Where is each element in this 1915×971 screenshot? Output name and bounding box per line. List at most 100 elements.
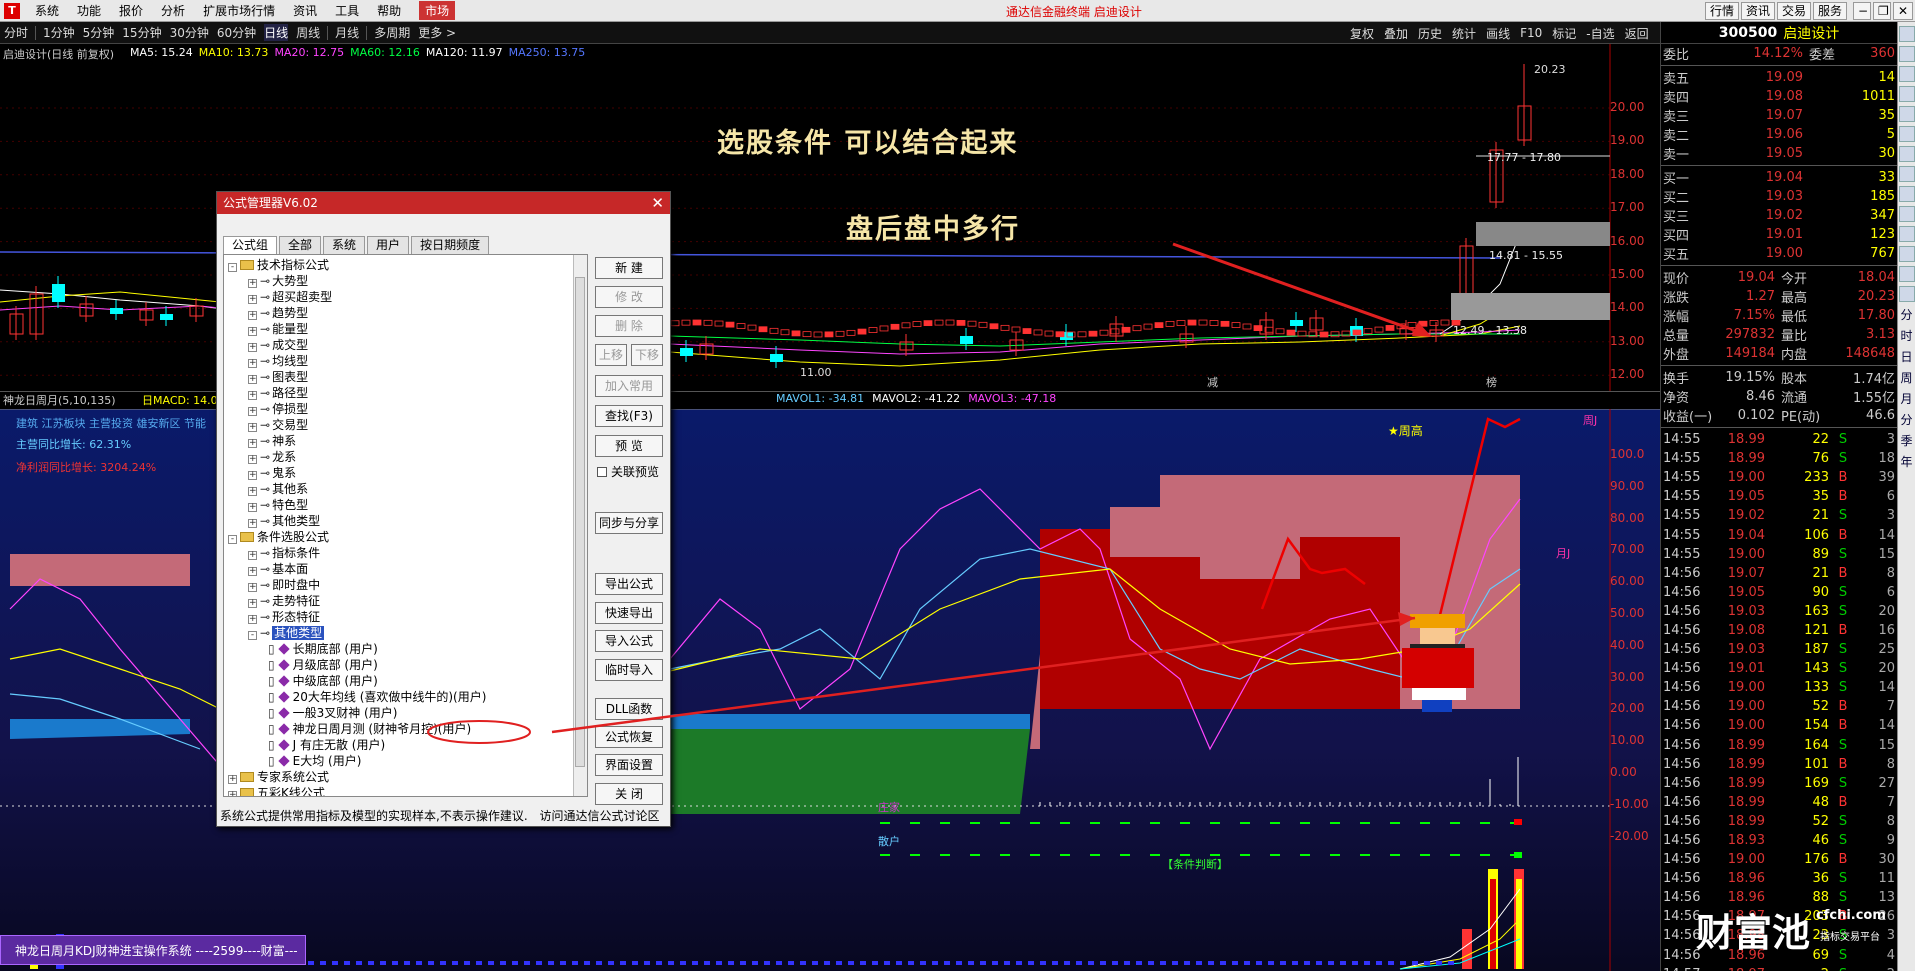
restore-icon[interactable]: ❐ <box>1873 2 1891 20</box>
expand-toggle-icon[interactable]: + <box>248 375 257 384</box>
period-2[interactable]: 5分钟 <box>83 24 115 41</box>
toolbar-right-3[interactable]: 统计 <box>1452 25 1476 42</box>
dialog-titlebar[interactable]: 公式管理器V6.02 ✕ <box>217 192 670 214</box>
tree-node[interactable]: + ⊸ 图表型 <box>248 369 308 385</box>
sidebar-tool-icon[interactable] <box>1899 226 1915 242</box>
btn-hangqing[interactable]: 行情 <box>1705 2 1740 20</box>
tree-node[interactable]: + ⊸ 即时盘中 <box>248 577 320 593</box>
expand-toggle-icon[interactable]: + <box>248 503 257 512</box>
toolbar-right-8[interactable]: 返回 <box>1625 25 1649 42</box>
dialog-tab-1[interactable]: 全部 <box>279 236 322 254</box>
expand-toggle-icon[interactable]: + <box>248 583 257 592</box>
sidebar-period-1[interactable]: 时 <box>1898 327 1915 344</box>
preview-checkbox[interactable]: 关联预览 <box>597 463 659 480</box>
forum-link[interactable]: 访问通达信公式讨论区 <box>539 809 659 823</box>
dialog-button-2[interactable]: 删 除 <box>595 315 663 337</box>
expand-toggle-icon[interactable]: + <box>248 551 257 560</box>
menu-tools[interactable]: 工具 <box>335 2 359 19</box>
expand-toggle-icon[interactable]: + <box>248 439 257 448</box>
tree-node[interactable]: - 条件选股公式 <box>228 529 329 545</box>
expand-toggle-icon[interactable]: + <box>248 615 257 624</box>
tree-node[interactable]: - 技术指标公式 <box>228 257 329 273</box>
tree-node[interactable]: ▯ E大均 (用户) <box>268 753 361 769</box>
expand-toggle-icon[interactable]: + <box>248 295 257 304</box>
sidebar-period-5[interactable]: 分 <box>1898 411 1915 428</box>
dialog-button-4[interactable]: 下移 <box>631 344 663 366</box>
expand-toggle-icon[interactable]: + <box>248 407 257 416</box>
dialog-button-5[interactable]: 加入常用 <box>595 375 663 397</box>
menu-help[interactable]: 帮助 <box>377 2 401 19</box>
menu-system[interactable]: 系统 <box>35 2 59 19</box>
tree-node[interactable]: ▯ 一般3叉财神 (用户) <box>268 705 397 721</box>
sidebar-period-7[interactable]: 年 <box>1898 453 1915 470</box>
tree-node[interactable]: + ⊸ 趋势型 <box>248 305 308 321</box>
dialog-button-11[interactable]: 导入公式 <box>595 630 663 652</box>
btn-fuwu[interactable]: 服务 <box>1813 2 1848 20</box>
sidebar-tool-icon[interactable] <box>1899 286 1915 302</box>
dialog-button-14[interactable]: 公式恢复 <box>595 726 663 748</box>
sidebar-tool-icon[interactable] <box>1899 106 1915 122</box>
sidebar-tool-icon[interactable] <box>1899 126 1915 142</box>
period-0[interactable]: 分时 <box>4 24 28 41</box>
sidebar-tool-icon[interactable] <box>1899 66 1915 82</box>
period-5[interactable]: 60分钟 <box>217 24 256 41</box>
dialog-tab-0[interactable]: 公式组 <box>223 236 278 254</box>
dialog-button-16[interactable]: 关 闭 <box>595 783 663 805</box>
dialog-button-0[interactable]: 新 建 <box>595 257 663 279</box>
expand-toggle-icon[interactable]: + <box>248 487 257 496</box>
expand-toggle-icon[interactable]: + <box>248 343 257 352</box>
dialog-tab-2[interactable]: 系统 <box>323 236 366 254</box>
sidebar-tool-icon[interactable] <box>1899 186 1915 202</box>
dialog-button-1[interactable]: 修 改 <box>595 286 663 308</box>
expand-toggle-icon[interactable]: + <box>248 391 257 400</box>
tree-node[interactable]: + ⊸ 特色型 <box>248 497 308 513</box>
dialog-button-15[interactable]: 界面设置 <box>595 754 663 776</box>
expand-toggle-icon[interactable]: + <box>248 327 257 336</box>
dialog-button-10[interactable]: 快速导出 <box>595 602 663 624</box>
expand-toggle-icon[interactable]: + <box>248 311 257 320</box>
sidebar-tool-icon[interactable] <box>1899 86 1915 102</box>
menu-quote[interactable]: 报价 <box>119 2 143 19</box>
tree-scroll-thumb[interactable] <box>575 277 585 767</box>
tree-node[interactable]: + 五彩K线公式 <box>228 785 325 796</box>
tree-node[interactable]: + ⊸ 停损型 <box>248 401 308 417</box>
tree-node[interactable]: + ⊸ 超买超卖型 <box>248 289 332 305</box>
dialog-button-8[interactable]: 同步与分享 <box>595 512 663 534</box>
sidebar-tool-icon[interactable] <box>1899 266 1915 282</box>
expand-toggle-icon[interactable]: + <box>228 775 237 784</box>
tree-node[interactable]: + ⊸ 基本面 <box>248 561 308 577</box>
menu-function[interactable]: 功能 <box>77 2 101 19</box>
dialog-button-3[interactable]: 上移 <box>595 344 627 366</box>
menu-market[interactable]: 市场 <box>419 1 456 20</box>
expand-toggle-icon[interactable]: + <box>248 599 257 608</box>
dialog-button-6[interactable]: 查找(F3) <box>595 405 663 427</box>
btn-zixun[interactable]: 资讯 <box>1741 2 1776 20</box>
menu-ext-market[interactable]: 扩展市场行情 <box>203 2 275 19</box>
minimize-icon[interactable]: − <box>1853 2 1871 20</box>
period-3[interactable]: 15分钟 <box>122 24 161 41</box>
tree-scrollbar[interactable] <box>573 255 587 796</box>
tree-node[interactable]: + ⊸ 成交型 <box>248 337 308 353</box>
sidebar-tool-icon[interactable] <box>1899 166 1915 182</box>
sidebar-tool-icon[interactable] <box>1899 146 1915 162</box>
sidebar-tool-icon[interactable] <box>1899 26 1915 42</box>
formula-tree[interactable]: - 技术指标公式 + ⊸ 大势型 + ⊸ 超买超卖型 + ⊸ 趋势型 + ⊸ 能量型 + ⊸ 成交型 + ⊸ 均线型 +… <box>223 254 588 797</box>
sidebar-period-0[interactable]: 分 <box>1898 306 1915 323</box>
expand-toggle-icon[interactable]: + <box>248 519 257 528</box>
tree-node[interactable]: ▯ 神龙日周月测 (财神爷月控)(用户) <box>268 721 471 737</box>
tree-node[interactable]: + ⊸ 能量型 <box>248 321 308 337</box>
tree-node[interactable]: + ⊸ 交易型 <box>248 417 308 433</box>
dialog-tab-3[interactable]: 用户 <box>367 236 410 254</box>
dialog-tab-4[interactable]: 按日期频度 <box>411 236 490 254</box>
tree-node[interactable]: + ⊸ 神系 <box>248 433 296 449</box>
dialog-button-7[interactable]: 预 览 <box>595 435 663 457</box>
expand-toggle-icon[interactable]: + <box>248 471 257 480</box>
dialog-button-9[interactable]: 导出公式 <box>595 573 663 595</box>
tree-node[interactable]: + ⊸ 其他系 <box>248 481 308 497</box>
expand-toggle-icon[interactable]: + <box>248 279 257 288</box>
period-1[interactable]: 1分钟 <box>43 24 75 41</box>
tree-node[interactable]: + ⊸ 均线型 <box>248 353 308 369</box>
expand-toggle-icon[interactable]: + <box>248 567 257 576</box>
tree-node[interactable]: ▯ 中级底部 (用户) <box>268 673 378 689</box>
sidebar-period-2[interactable]: 日 <box>1898 348 1915 365</box>
